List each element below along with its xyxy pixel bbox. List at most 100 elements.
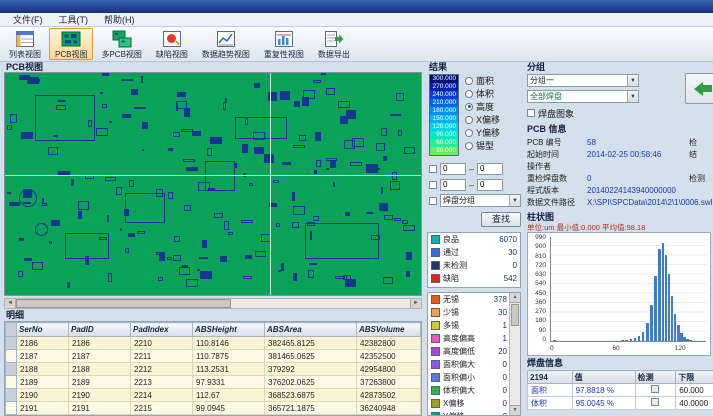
pcb-pad [383,156,387,161]
row-selector[interactable] [6,337,17,350]
detail-cell: 42873502 [357,389,421,402]
table-row[interactable]: 218621862210110.8146382465.812542382800 [6,337,421,350]
legend-item[interactable]: Y偏移0 [428,410,520,416]
detail-column-header[interactable]: ABSVolume [357,323,421,337]
pcb-component-circle [35,223,48,236]
legend-item[interactable]: 缺陷542 [428,272,520,285]
range-min-input-2[interactable] [440,179,466,191]
measure-radio[interactable]: X偏移 [465,113,500,126]
pad-info-row: 面积97.8818 %60.000 [528,384,713,397]
legend-item[interactable]: X偏移0 [428,397,520,410]
measure-radio[interactable]: 锡型 [465,139,500,152]
histogram-y-axis: 990900810720630540450360270180900 [528,234,548,343]
toolbar-button-defect-view[interactable]: 缺陷视图 [150,28,194,60]
defect-list-scrollbar[interactable]: ▲ ▼ [509,293,520,415]
row-selector[interactable] [6,389,17,402]
color-scale-segment: 180.000 [430,107,458,115]
pcb-pad [78,211,82,219]
range-filter-1-checkbox[interactable] [429,165,437,173]
chevron-down-icon[interactable]: ▼ [627,91,638,102]
toolbar-button-multi-pcb-view[interactable]: 多PCB视图 [95,28,147,60]
row-selector[interactable] [6,402,17,415]
scroll-up-arrow-icon[interactable]: ▲ [510,293,520,303]
detail-column-header[interactable]: SerNo [17,323,69,337]
legend-item[interactable]: 良品6070 [428,233,520,246]
scroll-right-arrow-icon[interactable]: ► [410,299,421,308]
menu-tools[interactable]: 工具(T) [52,12,96,27]
detail-column-header[interactable]: ABSArea [265,323,357,337]
color-scale-segment: 240.000 [430,91,458,99]
scrollbar-track[interactable] [231,299,410,308]
legend-item[interactable]: 未检测0 [428,259,520,272]
toolbar-button-trend-view[interactable]: 数据趋势视图 [196,28,256,60]
range-filter-2-checkbox[interactable] [429,181,437,189]
measure-radio[interactable]: 面积 [465,74,500,87]
legend-item[interactable]: 体积偏大0 [428,384,520,397]
scrollbar-thumb[interactable] [16,299,231,308]
scroll-left-arrow-icon[interactable]: ◄ [5,299,16,308]
table-row[interactable]: 218721872211110.7875381465.062542352500 [6,350,421,363]
legend-color-swatch [431,248,440,257]
load-pad-image-button[interactable] [685,73,713,104]
legend-count: 20 [498,347,507,356]
table-row[interactable]: 218821882212113.253137929242954800 [6,363,421,376]
color-scale-segment: 120.000 [430,123,458,131]
pcb-pad [243,276,252,279]
menu-help[interactable]: 帮助(H) [97,12,142,27]
right-column: 分组 分组一 ▼ 全部焊盘 ▼ 焊盘图象 [527,62,713,416]
pcb-pad [402,220,408,224]
table-row[interactable]: 219021902214112.67368523.687542873502 [6,389,421,402]
pcb-canvas[interactable] [4,72,422,296]
pcb-pad [179,267,190,275]
pcb-horizontal-scrollbar[interactable]: ◄ ► [4,298,422,309]
radio-indicator [465,142,473,150]
histogram-bar [646,323,649,341]
detail-column-header[interactable]: PadIndex [131,323,193,337]
row-selector[interactable] [6,350,17,363]
pcb-pad [53,135,58,137]
measure-radio[interactable]: 体积 [465,87,500,100]
legend-item[interactable]: 通过30 [428,246,520,259]
toolbar-button-pcb-view[interactable]: PCB视图 [49,28,93,60]
chevron-down-icon[interactable]: ▼ [509,195,520,206]
range-max-input-2[interactable] [477,179,503,191]
detail-column-header[interactable]: ABSHeight [193,323,265,337]
row-selector[interactable] [6,363,17,376]
table-row[interactable]: 21912191221599.0945365721.187536240948 [6,402,421,415]
pcb-view-icon [61,29,81,49]
pad-image-checkbox[interactable] [527,109,535,117]
pcb-pad [156,252,165,255]
scrollbar-thumb[interactable] [511,304,519,326]
legend-item[interactable]: 无锡378 [428,293,520,306]
measure-radio[interactable]: 高度 [465,100,500,113]
pad-info-checkbox[interactable] [651,398,659,406]
pcb-pad [245,118,248,125]
range-min-input-1[interactable] [440,163,466,175]
pad-group-checkbox[interactable] [429,197,437,205]
pad-select[interactable]: 全部焊盘 ▼ [527,90,639,103]
table-row[interactable]: 21892189221397.9331376202.062537263800 [6,376,421,389]
pcb-pad [207,148,212,156]
range-max-input-1[interactable] [477,163,503,175]
chevron-down-icon[interactable]: ▼ [627,75,638,86]
legend-item[interactable]: 高度偏低20 [428,345,520,358]
measure-radio[interactable]: Y偏移 [465,126,500,139]
legend-item[interactable]: 面积偏小0 [428,371,520,384]
menu-file[interactable]: 文件(F) [6,12,50,27]
legend-item[interactable]: 少锡30 [428,306,520,319]
scroll-down-arrow-icon[interactable]: ▼ [510,405,520,415]
find-button[interactable]: 查找 [481,212,521,227]
legend-item[interactable]: 高度偏高1 [428,332,520,345]
toolbar-button-repeat-view[interactable]: 重复性视图 [258,28,310,60]
toolbar-button-list-view[interactable]: 列表视图 [3,28,47,60]
pcb-pad [384,215,393,220]
group-select[interactable]: 分组一 ▼ [527,74,639,87]
pad-info-checkbox[interactable] [651,385,659,393]
detail-table[interactable]: SerNoPadIDPadIndexABSHeightABSAreaABSVol… [4,321,422,416]
legend-item[interactable]: 面积偏大0 [428,358,520,371]
toolbar-button-export[interactable]: 数据导出 [312,28,356,60]
detail-column-header[interactable]: PadID [69,323,131,337]
pad-group-combobox[interactable]: 焊盘分组 ▼ [440,194,521,207]
row-selector[interactable] [6,376,17,389]
legend-item[interactable]: 多锡1 [428,319,520,332]
